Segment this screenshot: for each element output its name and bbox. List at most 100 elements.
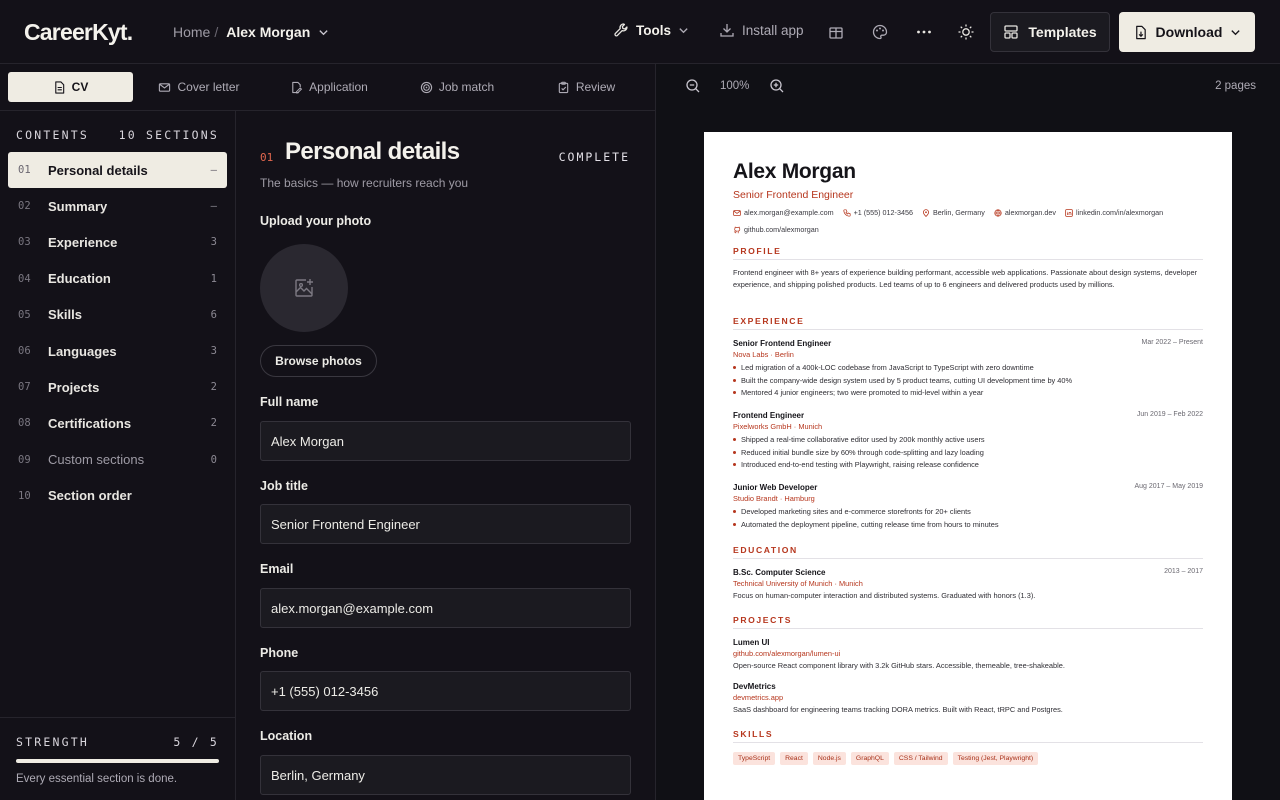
sidebar-item-custom-sections[interactable]: 09 Custom sections 0 <box>8 442 227 478</box>
sidebar-item-experience[interactable]: 03 Experience 3 <box>8 224 227 260</box>
gift-button[interactable] <box>826 22 846 42</box>
theme-toggle-button[interactable] <box>956 22 976 42</box>
nav-count: 2 <box>210 381 217 394</box>
more-options-button[interactable] <box>914 22 934 42</box>
nav-number: 01 <box>18 164 31 177</box>
phone-input[interactable] <box>260 671 631 711</box>
app-logo[interactable]: CareerKyt. <box>24 19 133 46</box>
photo-placeholder[interactable] <box>260 244 348 332</box>
contact-email-text: alex.morgan@example.com <box>744 208 834 217</box>
breadcrumb-home[interactable]: Home <box>173 24 210 40</box>
job-org: Pixelworks GmbH · Munich <box>733 422 823 431</box>
job-title-input[interactable] <box>260 504 631 544</box>
download-button[interactable]: Download <box>1119 12 1255 52</box>
skill-tag: React <box>780 752 808 765</box>
linkedin-icon <box>1065 208 1073 217</box>
full-name-input[interactable] <box>260 421 631 461</box>
skill-tag: Testing (Jest, Playwright) <box>952 752 1039 765</box>
tab-cover-letter[interactable]: Cover letter <box>148 72 250 102</box>
email-input[interactable] <box>260 588 631 628</box>
resume-profile-text: Frontend engineer with 8+ years of exper… <box>733 268 1198 289</box>
sections-sidebar: CONTENTS 10 SECTIONS 01 Personal details… <box>0 111 236 800</box>
tab-label: CV <box>71 80 89 94</box>
contact-linkedin: linkedin.com/in/alexmorgan <box>1065 207 1163 218</box>
job-title: Senior Frontend Engineer <box>733 339 832 348</box>
job-company: Studio Brandt <box>733 494 778 503</box>
nav-label: Summary <box>48 198 108 214</box>
contact-phone: +1 (555) 012-3456 <box>843 207 913 218</box>
section-status-badge: COMPLETE <box>558 150 630 164</box>
phone-label: Phone <box>260 646 299 660</box>
sidebar-item-skills[interactable]: 05 Skills 6 <box>8 297 227 333</box>
install-app-button[interactable]: Install app <box>719 22 804 38</box>
sidebar-item-personal-details[interactable]: 01 Personal details – <box>8 152 227 189</box>
target-icon <box>420 81 432 93</box>
strength-progress-fill <box>16 759 219 763</box>
job-bullet: Shipped a real-time collaborative editor… <box>733 435 1203 444</box>
sidebar-item-projects[interactable]: 07 Projects 2 <box>8 369 227 405</box>
theme-palette-button[interactable] <box>870 22 890 42</box>
browse-photos-button[interactable]: Browse photos <box>260 345 377 377</box>
contact-github: github.com/alexmorgan <box>733 224 819 235</box>
resume-experience-entry: Senior Frontend Engineer Mar 2022 – Pres… <box>733 339 1203 397</box>
job-city: Hamburg <box>784 494 815 503</box>
contents-header: CONTENTS 10 SECTIONS <box>16 128 219 142</box>
nav-count: 3 <box>210 236 217 249</box>
zoom-in-button[interactable] <box>769 78 785 94</box>
templates-button[interactable]: Templates <box>990 12 1110 52</box>
resume-preview-panel: 100% 2 pages Alex Morgan Senior Frontend… <box>656 64 1280 800</box>
contact-phone-text: +1 (555) 012-3456 <box>853 208 913 217</box>
nav-label: Section order <box>48 488 132 504</box>
job-title: Junior Web Developer <box>733 483 818 492</box>
resume-name: Alex Morgan <box>733 160 856 183</box>
sidebar-item-section-order[interactable]: 10 Section order <box>8 478 227 514</box>
nav-number: 04 <box>18 272 31 285</box>
resume-project-entry: DevMetrics devmetrics.app SaaS dashboard… <box>733 682 1203 714</box>
job-title-label: Job title <box>260 479 308 493</box>
resume-project-entry: Lumen UI github.com/alexmorgan/lumen-ui … <box>733 638 1203 670</box>
resume-experience-heading: EXPERIENCE <box>733 316 1203 330</box>
sidebar-item-languages[interactable]: 06 Languages 3 <box>8 333 227 369</box>
edit-document-icon <box>292 81 303 93</box>
sidebar-item-summary[interactable]: 02 Summary – <box>8 188 227 224</box>
tab-job-match[interactable]: Job match <box>412 72 502 102</box>
tab-cv[interactable]: CV <box>8 72 133 102</box>
sidebar-item-education[interactable]: 04 Education 1 <box>8 261 227 297</box>
tools-menu-button[interactable]: Tools <box>613 22 689 38</box>
job-date: Aug 2017 – May 2019 <box>1134 483 1204 490</box>
top-bar: CareerKyt. Home / Alex Morgan Tools Inst… <box>0 0 1280 64</box>
templates-label: Templates <box>1028 24 1097 40</box>
location-input[interactable] <box>260 755 631 795</box>
project-title: DevMetrics <box>733 682 776 691</box>
contact-linkedin-text: linkedin.com/in/alexmorgan <box>1076 208 1164 217</box>
email-label: Email <box>260 562 294 576</box>
nav-number: 05 <box>18 308 31 321</box>
palette-icon <box>872 24 888 40</box>
nav-count: – <box>210 200 217 213</box>
nav-count: – <box>210 164 217 177</box>
job-bullet: Reduced initial bundle size by 60% throu… <box>733 448 1203 457</box>
tab-label: Review <box>575 80 616 94</box>
resume-profile-heading: PROFILE <box>733 246 1203 260</box>
job-bullet: Automated the deployment pipeline, cutti… <box>733 520 1203 529</box>
resume-role: Senior Frontend Engineer <box>733 189 854 201</box>
nav-label: Education <box>48 271 111 287</box>
chevron-down-icon <box>319 29 328 35</box>
education-description: Focus on human-computer interaction and … <box>733 591 1036 600</box>
nav-number: 06 <box>18 345 31 358</box>
education-org: Technical University of Munich · Munich <box>733 579 863 588</box>
education-date: 2013 – 2017 <box>1164 568 1203 575</box>
project-link[interactable]: github.com/alexmorgan/lumen-ui <box>733 649 1203 658</box>
resume-page: Alex Morgan Senior Frontend Engineer ale… <box>704 132 1232 800</box>
image-plus-icon <box>295 279 313 297</box>
tab-application[interactable]: Application <box>280 72 378 102</box>
project-link[interactable]: devmetrics.app <box>733 693 1203 702</box>
tab-review[interactable]: Review <box>548 72 624 102</box>
chevron-down-icon <box>679 27 688 33</box>
document-name: Alex Morgan <box>226 24 311 40</box>
zoom-out-button[interactable] <box>685 78 701 94</box>
document-switcher[interactable]: Alex Morgan <box>226 24 329 40</box>
mail-icon <box>159 82 171 92</box>
contact-website-text: alexmorgan.dev <box>1004 208 1057 217</box>
sidebar-item-certifications[interactable]: 08 Certifications 2 <box>8 405 227 441</box>
